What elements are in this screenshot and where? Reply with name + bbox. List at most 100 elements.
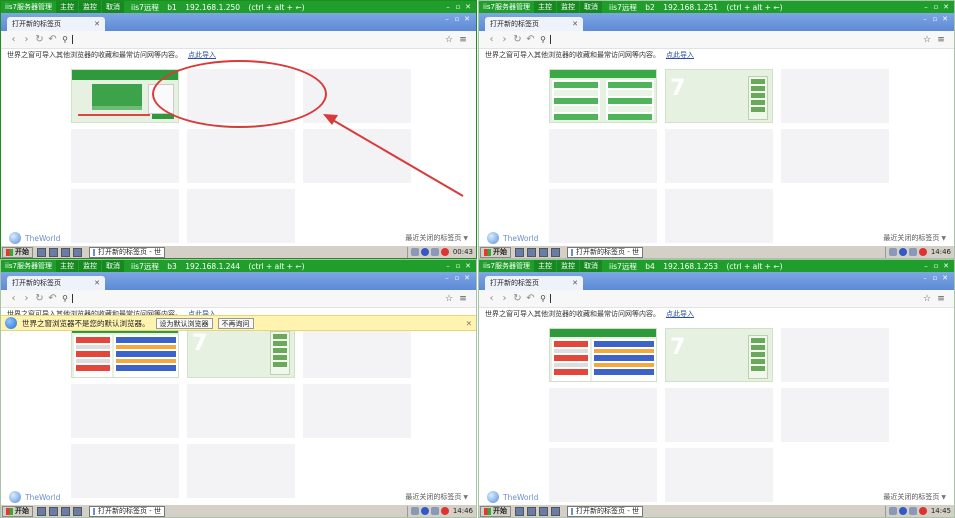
forward-icon[interactable]: › [498,293,511,304]
quick-launch-icon[interactable] [73,506,82,516]
undo-icon[interactable]: ↶ [524,34,537,45]
monitor-button[interactable]: 监控 [557,260,579,272]
main-control-button[interactable]: 主控 [534,1,556,13]
menu-icon[interactable]: ≡ [456,35,470,45]
close-icon[interactable]: ✕ [466,319,472,328]
restore-icon[interactable]: ▫ [931,3,941,11]
restore-icon[interactable]: ▫ [931,262,941,270]
back-icon[interactable]: ‹ [485,293,498,304]
help-icon[interactable] [420,507,429,515]
undo-icon[interactable]: ↶ [46,34,59,45]
tab-new-tab[interactable]: 打开新的标签页 ✕ [485,276,583,290]
speed-dial-empty-tile[interactable] [187,384,295,438]
chevron-down-icon[interactable]: ▼ [463,494,468,501]
speed-dial-empty-tile[interactable] [781,69,889,123]
recent-closed-tabs[interactable]: 最近关闭的标签页 [883,233,939,243]
taskbar-window-button[interactable]: 打开新的标签页 - 世 [89,246,165,258]
reload-icon[interactable]: ↻ [511,34,524,45]
star-icon[interactable]: ☆ [442,35,456,45]
chevron-down-icon[interactable]: ▼ [941,494,946,501]
start-button[interactable]: 开始 [2,505,33,517]
undo-icon[interactable]: ↶ [46,293,59,304]
speed-dial-thumbnail[interactable]: 7 [665,328,773,382]
speed-dial-empty-tile[interactable] [187,129,295,183]
taskbar-window-button[interactable]: 打开新的标签页 - 世 [567,505,643,517]
minimize-icon[interactable]: – [442,274,452,282]
forward-icon[interactable]: › [20,293,33,304]
restore-icon[interactable]: ▫ [452,274,462,282]
recent-closed-tabs[interactable]: 最近关闭的标签页 [405,492,461,502]
back-icon[interactable]: ‹ [7,34,20,45]
cancel-button[interactable]: 取消 [102,1,124,13]
security-icon[interactable] [918,248,927,256]
import-link[interactable]: 点此导入 [666,50,694,60]
address-input[interactable] [72,294,73,303]
undo-icon[interactable]: ↶ [524,293,537,304]
remote-session-pane-b2[interactable]: iis7服务器管理 主控 监控 取消 iis7远程 b2 192.168.1.2… [478,0,955,259]
restore-icon[interactable]: ▫ [930,15,940,23]
tab-close-icon[interactable]: ✕ [572,279,578,287]
security-icon[interactable] [440,248,449,256]
tab-close-icon[interactable]: ✕ [94,20,100,28]
monitor-button[interactable]: 监控 [79,260,101,272]
restore-icon[interactable]: ▫ [452,15,462,23]
main-control-button[interactable]: 主控 [56,1,78,13]
speed-dial-thumbnail[interactable] [71,324,179,378]
recent-closed-tabs[interactable]: 最近关闭的标签页 [883,492,939,502]
speed-dial-thumbnail[interactable]: 7 [665,69,773,123]
security-icon[interactable] [440,507,449,515]
menu-icon[interactable]: ≡ [934,35,948,45]
minimize-icon[interactable]: – [920,274,930,282]
speed-dial-empty-tile[interactable] [303,324,411,378]
quick-launch-icon[interactable] [49,506,58,516]
address-input[interactable] [72,35,73,44]
quick-launch-icon[interactable] [551,506,560,516]
set-default-button[interactable]: 设为默认浏览器 [155,317,213,329]
volume-icon[interactable] [430,507,439,515]
minimize-icon[interactable]: – [443,3,453,11]
main-control-button[interactable]: 主控 [534,260,556,272]
monitor-button[interactable]: 监控 [557,1,579,13]
quick-launch-icon[interactable] [37,247,46,257]
start-button[interactable]: 开始 [2,246,33,258]
security-icon[interactable] [918,507,927,515]
quick-launch-icon[interactable] [527,247,536,257]
speed-dial-empty-tile[interactable] [71,384,179,438]
star-icon[interactable]: ☆ [920,294,934,304]
quick-launch-icon[interactable] [61,247,70,257]
speed-dial-empty-tile[interactable] [71,129,179,183]
volume-icon[interactable] [908,507,917,515]
restore-icon[interactable]: ▫ [453,3,463,11]
quick-launch-icon[interactable] [515,247,524,257]
remote-session-pane-b4[interactable]: iis7服务器管理 主控 监控 取消 iis7远程 b4 192.168.1.2… [478,259,955,518]
menu-icon[interactable]: ≡ [934,294,948,304]
quick-launch-icon[interactable] [61,506,70,516]
help-icon[interactable] [420,248,429,256]
help-icon[interactable] [898,507,907,515]
quick-launch-icon[interactable] [37,506,46,516]
speed-dial-thumbnail[interactable]: 7 [187,324,295,378]
main-control-button[interactable]: 主控 [56,260,78,272]
remote-session-pane-b1[interactable]: iis7服务器管理 主控 监控 取消 iis7远程 b1 192.168.1.2… [0,0,477,259]
speed-dial-empty-tile[interactable] [303,129,411,183]
speed-dial-empty-tile[interactable] [781,388,889,442]
taskbar-window-button[interactable]: 打开新的标签页 - 世 [567,246,643,258]
quick-launch-icon[interactable] [49,247,58,257]
speed-dial-empty-tile[interactable] [665,129,773,183]
network-icon[interactable] [888,248,897,256]
restore-icon[interactable]: ▫ [930,274,940,282]
remote-session-pane-b3[interactable]: iis7服务器管理 主控 监控 取消 iis7远程 b3 192.168.1.2… [0,259,477,518]
tab-close-icon[interactable]: ✕ [94,279,100,287]
quick-launch-icon[interactable] [515,506,524,516]
volume-icon[interactable] [430,248,439,256]
network-icon[interactable] [888,507,897,515]
close-icon[interactable]: ✕ [463,3,473,11]
star-icon[interactable]: ☆ [920,35,934,45]
start-button[interactable]: 开始 [480,246,511,258]
quick-launch-icon[interactable] [551,247,560,257]
import-link[interactable]: 点此导入 [188,50,216,60]
minimize-icon[interactable]: – [442,15,452,23]
tab-close-icon[interactable]: ✕ [572,20,578,28]
reload-icon[interactable]: ↻ [33,293,46,304]
reload-icon[interactable]: ↻ [33,34,46,45]
